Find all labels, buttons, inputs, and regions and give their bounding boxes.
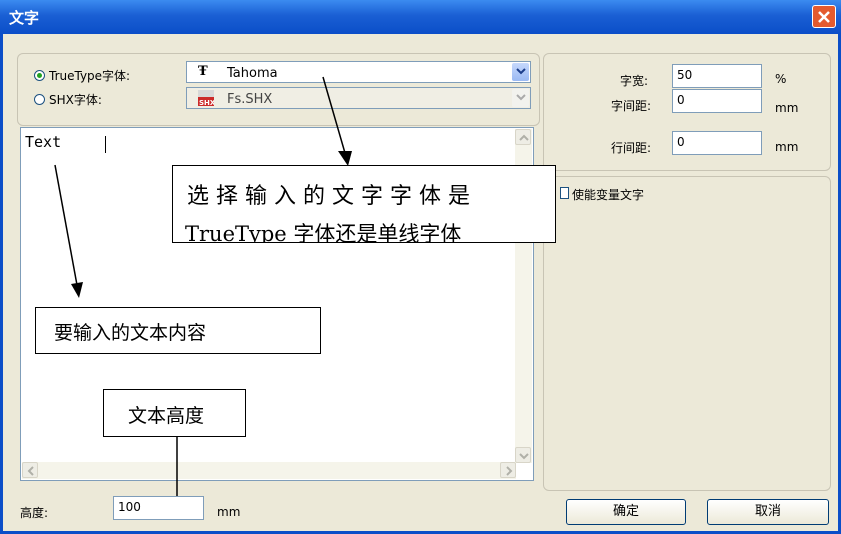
scroll-down-button[interactable] [515, 447, 531, 463]
height-unit: mm [217, 505, 241, 519]
shx-dropdown-button[interactable] [512, 89, 529, 107]
chevron-down-icon [516, 68, 526, 75]
scroll-up-button[interactable] [515, 129, 531, 145]
truetype-font-icon: Ŧ [198, 64, 208, 79]
line-spacing-unit: mm [775, 140, 799, 154]
char-width-label: 字宽: [620, 74, 649, 88]
variable-text-label: 使能变量文字 [572, 188, 645, 202]
line-spacing-input[interactable]: 0 [672, 131, 762, 155]
text-content-annotation: 要输入的文本内容 [35, 307, 321, 354]
ok-button[interactable]: 确定 [566, 499, 686, 525]
text-height-annotation: 文本高度 [103, 389, 246, 437]
text-content-label: 要输入的文本内容 [54, 322, 207, 344]
font-choice-line1: 选 择 输 入 的 文 字 字 体 是 [187, 184, 470, 209]
horizontal-scrollbar[interactable] [22, 462, 516, 479]
title-bar: 文字 [0, 0, 841, 34]
close-icon [818, 11, 830, 23]
variable-text-checkbox[interactable] [560, 187, 569, 199]
height-input[interactable]: 100 [113, 496, 204, 520]
scroll-left-button[interactable] [22, 462, 38, 478]
scroll-right-button[interactable] [500, 462, 516, 478]
chevron-down-icon [519, 453, 529, 460]
truetype-dropdown-button[interactable] [512, 63, 529, 81]
char-width-unit: % [775, 72, 787, 86]
truetype-font-value: Tahoma [227, 66, 278, 81]
text-height-label: 文本高度 [128, 405, 205, 427]
font-choice-annotation: 选 择 输 入 的 文 字 字 体 是 TrueType 字体还是单线字体 [172, 165, 556, 243]
shx-label: SHX字体: [49, 93, 102, 107]
variable-text-group [543, 176, 831, 491]
shx-font-value: Fs.SHX [227, 92, 273, 107]
char-width-input[interactable]: 50 [672, 64, 762, 88]
chevron-right-icon [506, 466, 513, 476]
char-spacing-label: 字间距: [611, 99, 652, 113]
font-choice-line2: TrueType 字体还是单线字体 [185, 222, 462, 243]
line-spacing-label: 行间距: [611, 141, 652, 155]
shx-font-icon: SHX [198, 90, 216, 107]
shx-font-select[interactable]: SHX Fs.SHX [186, 87, 531, 109]
truetype-radio[interactable] [34, 70, 45, 81]
text-caret [105, 136, 106, 153]
height-label: 高度: [20, 506, 49, 520]
chevron-down-icon [516, 94, 526, 101]
char-spacing-unit: mm [775, 101, 799, 115]
truetype-font-select[interactable]: Ŧ Tahoma [186, 61, 531, 83]
truetype-label: TrueType字体: [49, 69, 131, 83]
text-content-value: Text [25, 133, 62, 151]
char-spacing-input[interactable]: 0 [672, 89, 762, 113]
window-title: 文字 [9, 9, 40, 27]
chevron-left-icon [27, 466, 34, 476]
chevron-up-icon [519, 134, 529, 141]
close-button[interactable] [812, 5, 836, 28]
cancel-button[interactable]: 取消 [707, 499, 829, 525]
shx-radio[interactable] [34, 94, 45, 105]
svg-text:SHX: SHX [199, 99, 214, 106]
